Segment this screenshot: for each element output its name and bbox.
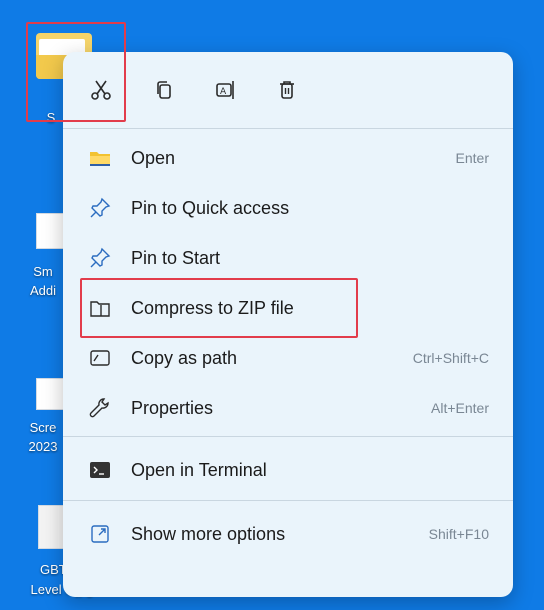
desktop-icon-label: Scre (29, 420, 57, 435)
copy-button[interactable] (148, 74, 180, 106)
menu-item-compress-zip[interactable]: Compress to ZIP file (77, 286, 499, 330)
menu-item-open[interactable]: Open Enter (77, 136, 499, 180)
desktop-icon-label: Addi (29, 283, 57, 298)
cut-button[interactable] (85, 74, 117, 106)
menu-separator (63, 128, 513, 129)
menu-item-show-more-options[interactable]: Show more options Shift+F10 (77, 512, 499, 556)
menu-item-shortcut: Alt+Enter (431, 400, 489, 416)
menu-item-pin-start[interactable]: Pin to Start (77, 236, 499, 280)
context-menu: A Open Enter Pin to Quick access Pin to … (63, 52, 513, 597)
menu-item-label: Open in Terminal (131, 460, 267, 480)
menu-item-shortcut: Enter (455, 150, 489, 166)
more-options-icon (89, 523, 111, 545)
rename-button[interactable]: A (210, 74, 242, 106)
menu-item-label: Pin to Start (131, 248, 221, 268)
wrench-icon (89, 397, 111, 419)
menu-separator (63, 500, 513, 501)
svg-text:A: A (220, 87, 227, 97)
menu-item-label: Properties (131, 398, 214, 418)
trash-icon (280, 81, 294, 99)
path-icon (89, 347, 111, 369)
pin-icon (89, 197, 111, 219)
delete-button[interactable] (271, 74, 303, 106)
menu-item-properties[interactable]: Properties Alt+Enter (77, 386, 499, 430)
menu-item-label: Pin to Quick access (131, 198, 290, 218)
menu-item-shortcut: Shift+F10 (428, 526, 489, 542)
rename-icon: A (216, 81, 234, 99)
desktop-icon-label: 2023 (28, 439, 58, 454)
menu-item-label: Compress to ZIP file (131, 298, 294, 318)
desktop-icon-label: S (46, 110, 56, 125)
menu-item-open-terminal[interactable]: Open in Terminal (77, 448, 499, 492)
menu-item-pin-quick-access[interactable]: Pin to Quick access (77, 186, 499, 230)
menu-separator (63, 436, 513, 437)
copy-icon (157, 81, 171, 99)
menu-item-label: Open (131, 148, 176, 168)
pin-icon (89, 247, 111, 269)
context-menu-toolbar: A (63, 52, 513, 130)
menu-item-shortcut: Ctrl+Shift+C (412, 350, 489, 366)
terminal-icon (89, 459, 111, 481)
folder-icon (89, 147, 111, 169)
zip-icon (89, 297, 111, 319)
menu-item-copy-as-path[interactable]: Copy as path Ctrl+Shift+C (77, 336, 499, 380)
menu-item-label: Show more options (131, 524, 286, 544)
menu-item-label: Copy as path (131, 348, 238, 368)
scissors-icon (91, 80, 111, 100)
desktop-icon-label: Sm (33, 264, 53, 279)
